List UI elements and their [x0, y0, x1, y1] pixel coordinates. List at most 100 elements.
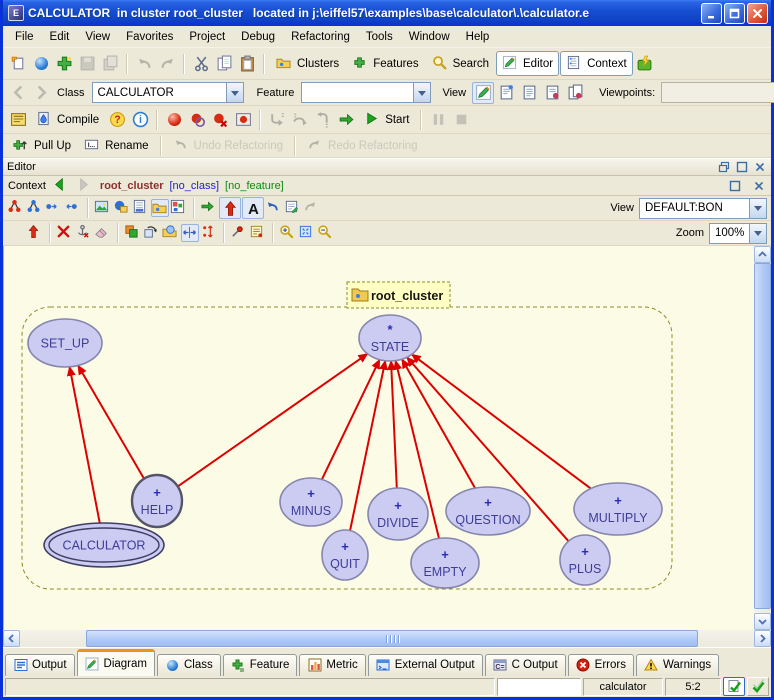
combo-dropdown-icon[interactable] [749, 199, 766, 218]
vertical-scroll-thumb[interactable] [754, 263, 771, 609]
context-toggle-button[interactable]: Context [560, 51, 633, 76]
diagram-canvas[interactable]: SET_UP*STATE+HELPCALCULATOR+MINUS+QUIT+D… [3, 246, 754, 630]
close-pane-icon[interactable] [751, 179, 766, 193]
menu-project[interactable]: Project [181, 29, 233, 45]
search-button[interactable]: Search [426, 52, 495, 76]
tab-diagram[interactable]: Diagram [77, 649, 155, 676]
tab-errors[interactable]: Errors [568, 654, 634, 676]
class-node-question[interactable]: +QUESTION [446, 487, 530, 535]
tab-c-output[interactable]: C= C Output [485, 654, 566, 676]
feature-combobox[interactable] [301, 82, 431, 103]
step-out-icon[interactable] [312, 109, 334, 131]
diagram-redo-icon[interactable] [303, 199, 321, 217]
view-editor-icon[interactable] [472, 82, 494, 104]
features-button[interactable]: Features [346, 52, 424, 76]
maximize-pane-icon[interactable] [727, 179, 742, 193]
inheritance-link-calculator-set_up[interactable] [70, 367, 100, 523]
zoom-combobox[interactable]: 100% [709, 223, 767, 244]
new-inheritance-icon[interactable] [26, 224, 44, 242]
class-node-quit[interactable]: +QUIT [322, 530, 368, 580]
minimize-button[interactable] [701, 3, 722, 24]
info-icon[interactable]: i [129, 109, 151, 131]
space-vertical-icon[interactable] [200, 224, 218, 242]
back-icon[interactable] [7, 82, 29, 104]
pull-up-button[interactable]: Pull Up [7, 134, 77, 158]
supplier-links-icon[interactable] [45, 199, 63, 217]
zoom-out-icon[interactable] [317, 224, 335, 242]
tab-output[interactable]: Output [5, 654, 75, 676]
open-project-icon[interactable] [30, 53, 52, 75]
title-bar[interactable]: E CALCULATOR in cluster root_cluster loc… [3, 0, 771, 26]
menu-tools[interactable]: Tools [358, 29, 401, 45]
menu-refactoring[interactable]: Refactoring [283, 29, 358, 45]
rename-button[interactable]: I... Rename [78, 134, 154, 158]
context-back-icon[interactable] [52, 177, 70, 195]
step-over-icon[interactable] [289, 109, 311, 131]
cluster-view-icon[interactable] [151, 199, 169, 217]
class-node-multiply[interactable]: +MULTIPLY [574, 483, 662, 535]
class-node-help[interactable]: +HELP [132, 475, 182, 527]
stop-icon[interactable] [450, 109, 472, 131]
view-flat-icon[interactable] [495, 82, 517, 104]
export-image-icon[interactable] [94, 199, 112, 217]
client-links-icon[interactable] [64, 199, 82, 217]
new-window-icon[interactable] [7, 53, 29, 75]
class-node-set_up[interactable]: SET_UP [28, 319, 102, 367]
scroll-left-icon[interactable] [3, 630, 20, 647]
view-contract-icon[interactable] [541, 82, 563, 104]
history-tool-icon[interactable] [284, 199, 302, 217]
class-node-empty[interactable]: +EMPTY [411, 538, 479, 588]
context-class[interactable]: [no_class] [170, 180, 220, 192]
scroll-right-icon[interactable] [754, 630, 771, 647]
cluster-tag[interactable]: root_cluster [347, 282, 450, 308]
undo-refactoring-button[interactable]: Undo Refactoring [167, 134, 290, 158]
class-node-calculator[interactable]: CALCULATOR [44, 523, 164, 567]
horizontal-scroll-track[interactable] [20, 630, 754, 647]
breakpoints-tool-icon[interactable] [232, 109, 254, 131]
rotate-icon[interactable] [143, 224, 161, 242]
close-pane-icon[interactable] [752, 160, 767, 174]
compile-button[interactable]: Compile [30, 108, 105, 132]
menu-view[interactable]: View [77, 29, 118, 45]
save-icon[interactable] [76, 53, 98, 75]
maximize-button[interactable] [724, 3, 745, 24]
diagram-view-combobox[interactable]: DEFAULT:BON [639, 198, 767, 219]
undo-icon[interactable] [133, 53, 155, 75]
eraser-icon[interactable] [94, 224, 112, 242]
combo-dropdown-icon[interactable] [413, 83, 430, 102]
menu-help[interactable]: Help [458, 29, 498, 45]
align-horizontal-icon[interactable] [181, 224, 199, 242]
note-icon[interactable] [249, 224, 267, 242]
uml-view-icon[interactable] [132, 199, 150, 217]
color-tool-icon[interactable] [124, 224, 142, 242]
menu-window[interactable]: Window [401, 29, 458, 45]
vertical-scrollbar[interactable] [754, 246, 771, 630]
add-class-icon[interactable] [53, 53, 75, 75]
vertical-scroll-track[interactable] [754, 263, 771, 613]
menu-edit[interactable]: Edit [42, 29, 78, 45]
class-hierarchy-icon[interactable] [7, 199, 25, 217]
inheritance-link-multiply-state[interactable] [412, 354, 591, 488]
inheritance-link-divide-state[interactable] [391, 361, 397, 488]
enable-breakpoints-icon[interactable] [163, 109, 185, 131]
external-commands-icon[interactable] [634, 53, 656, 75]
disable-breakpoints-icon[interactable] [186, 109, 208, 131]
text-tool-icon[interactable]: A [242, 197, 264, 219]
unanchor-icon[interactable] [75, 224, 93, 242]
cluster-hierarchy-icon[interactable] [26, 199, 44, 217]
horizontal-scrollbar[interactable] [3, 630, 771, 647]
paste-icon[interactable] [236, 53, 258, 75]
context-feature[interactable]: [no_feature] [225, 180, 284, 192]
combo-dropdown-icon[interactable] [226, 83, 243, 102]
layout-icon[interactable] [170, 199, 188, 217]
editor-toggle-button[interactable]: Editor [496, 51, 559, 76]
context-cluster[interactable]: root_cluster [100, 180, 164, 192]
menu-file[interactable]: File [7, 29, 42, 45]
diagram-undo-icon[interactable] [265, 199, 283, 217]
compile-help-icon[interactable]: ? [106, 109, 128, 131]
tab-external-output[interactable]: External Output [368, 654, 483, 676]
view-flat-contract-icon[interactable] [564, 82, 586, 104]
inheritance-link-tool-icon[interactable] [219, 197, 241, 219]
class-node-plus[interactable]: +PLUS [560, 535, 610, 585]
close-button[interactable] [747, 3, 768, 24]
